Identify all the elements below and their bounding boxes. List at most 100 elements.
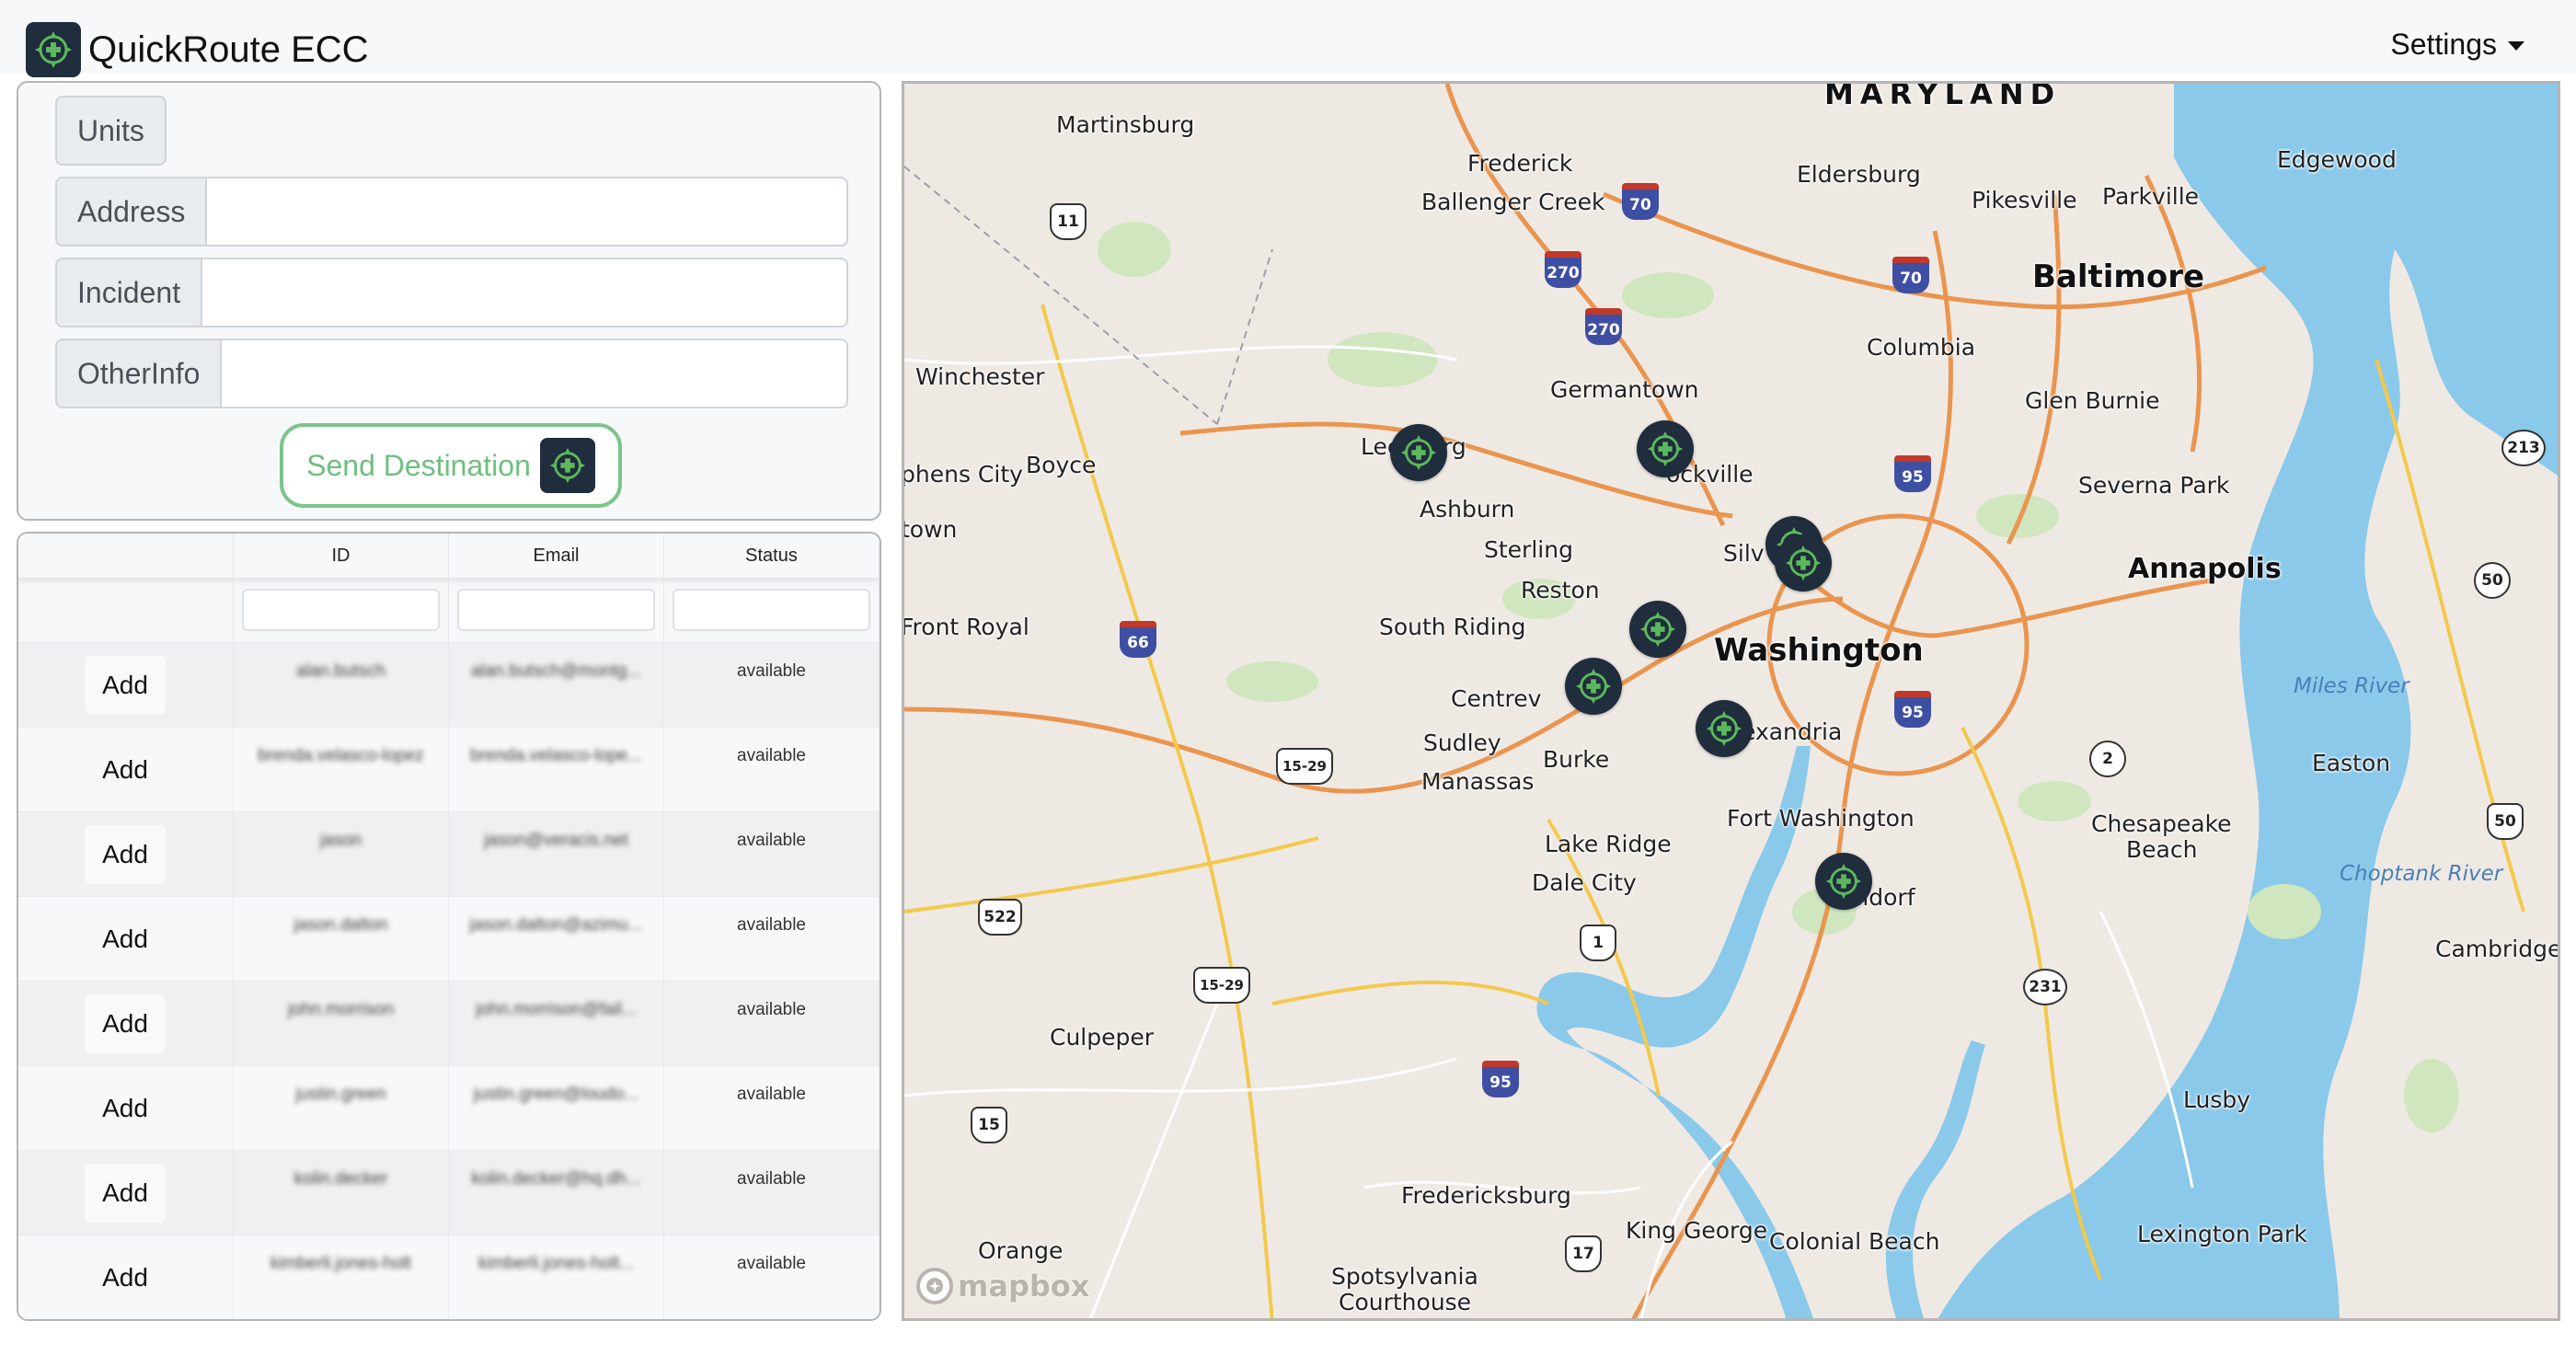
column-header-action bbox=[18, 534, 234, 578]
unit-marker[interactable] bbox=[1775, 534, 1832, 592]
target-cross-icon bbox=[1400, 434, 1437, 471]
label-glen-burnie: Glen Burnie bbox=[2025, 387, 2160, 414]
app-logo[interactable] bbox=[26, 22, 81, 77]
add-unit-button[interactable]: Add bbox=[85, 1079, 166, 1138]
target-cross-icon bbox=[35, 31, 72, 68]
unit-status: available bbox=[737, 915, 806, 935]
email-cell: jason@veracis.net bbox=[449, 812, 664, 896]
incident-input[interactable] bbox=[202, 258, 848, 327]
unit-id: brenda.velasco-lopez bbox=[258, 746, 424, 765]
action-cell: Add bbox=[18, 1066, 234, 1150]
label-ashburn: Ashburn bbox=[1420, 496, 1515, 523]
id-cell: justin.green bbox=[234, 1066, 449, 1150]
email-cell: brenda.velasco-lope... bbox=[449, 728, 664, 811]
add-unit-button[interactable]: Add bbox=[85, 994, 166, 1053]
filter-cell-email bbox=[449, 578, 664, 642]
unit-marker[interactable] bbox=[1815, 853, 1872, 910]
label-baltimore: Baltimore bbox=[2032, 258, 2205, 295]
route-shield-us: 17 bbox=[1565, 1235, 1602, 1272]
label-culpeper: Culpeper bbox=[1050, 1024, 1155, 1051]
label-winchester: Winchester bbox=[915, 363, 1045, 390]
address-input[interactable] bbox=[207, 177, 848, 247]
units-label[interactable]: Units bbox=[55, 96, 167, 166]
unit-marker[interactable] bbox=[1390, 424, 1447, 481]
incident-label: Incident bbox=[55, 258, 203, 327]
settings-label: Settings bbox=[2390, 28, 2497, 61]
add-unit-button[interactable]: Add bbox=[85, 1248, 166, 1307]
settings-dropdown[interactable]: Settings bbox=[2390, 28, 2524, 62]
route-shield-interstate: 270 bbox=[1545, 251, 1581, 288]
label-choptank-river: Choptank River bbox=[2340, 862, 2503, 886]
otherinfo-group: OtherInfo bbox=[55, 339, 848, 408]
status-filter-input[interactable] bbox=[673, 589, 870, 631]
add-unit-button[interactable]: Add bbox=[85, 825, 166, 884]
status-cell: available bbox=[664, 1235, 880, 1319]
add-unit-button[interactable]: Add bbox=[85, 656, 166, 715]
column-header-status[interactable]: Status bbox=[664, 534, 880, 578]
address-label: Address bbox=[55, 177, 208, 247]
label-centreville: Centrev bbox=[1451, 685, 1542, 712]
target-cross-icon bbox=[1825, 863, 1862, 900]
unit-email: justin.green@loudo... bbox=[473, 1085, 639, 1104]
otherinfo-input[interactable] bbox=[222, 339, 848, 408]
label-sterling: Sterling bbox=[1484, 536, 1573, 563]
filter-row bbox=[18, 578, 880, 642]
route-shield-interstate: 95 bbox=[1482, 1061, 1519, 1097]
label-fredericksburg: Fredericksburg bbox=[1401, 1182, 1571, 1209]
unit-email: john.morrison@fail... bbox=[476, 1000, 637, 1019]
label-orange: Orange bbox=[978, 1237, 1064, 1264]
send-destination-button[interactable]: Send Destination bbox=[280, 423, 622, 508]
unit-marker[interactable] bbox=[1637, 420, 1694, 477]
status-cell: available bbox=[664, 812, 880, 896]
column-header-email[interactable]: Email bbox=[449, 534, 664, 578]
email-cell: jason.dalton@azimu... bbox=[449, 897, 664, 981]
caret-down-icon bbox=[2508, 40, 2524, 51]
unit-id: justin.green bbox=[295, 1085, 386, 1104]
label-frederick: Frederick bbox=[1467, 150, 1573, 177]
label-stephens-city: phens City bbox=[902, 461, 1023, 488]
email-cell: kimberli.jones-holt... bbox=[449, 1235, 664, 1319]
status-cell: available bbox=[664, 728, 880, 811]
status-cell: available bbox=[664, 643, 880, 727]
add-unit-button[interactable]: Add bbox=[85, 910, 166, 969]
id-cell: alan.butsch bbox=[234, 643, 449, 727]
label-eldersburg: Eldersburg bbox=[1797, 161, 1921, 188]
email-filter-input[interactable] bbox=[457, 589, 655, 631]
incident-group: Incident bbox=[55, 258, 848, 327]
label-pikesville: Pikesville bbox=[1972, 187, 2077, 213]
table-row: Add justin.green justin.green@loudo... avai… bbox=[18, 1065, 880, 1150]
label-beach: Beach bbox=[2126, 836, 2198, 863]
status-cell: available bbox=[664, 897, 880, 981]
table-row: Add jason.dalton jason.dalton@azimu... avai… bbox=[18, 896, 880, 981]
mapbox-attribution[interactable]: mapbox bbox=[915, 1267, 1089, 1305]
unit-email: jason@veracis.net bbox=[484, 831, 628, 850]
id-cell: jason.dalton bbox=[234, 897, 449, 981]
app-title[interactable]: QuickRoute ECC bbox=[88, 24, 369, 75]
column-header-id[interactable]: ID bbox=[234, 534, 449, 578]
label-manassas: Manassas bbox=[1421, 768, 1535, 795]
target-cross-icon bbox=[1575, 668, 1612, 705]
route-shield-us: 522 bbox=[978, 899, 1022, 936]
unit-id: alan.butsch bbox=[295, 661, 386, 681]
add-unit-button[interactable]: Add bbox=[85, 1164, 166, 1223]
label-cambridge: Cambridge bbox=[2435, 936, 2560, 962]
label-edgewood: Edgewood bbox=[2277, 146, 2397, 173]
unit-marker[interactable] bbox=[1565, 658, 1622, 715]
map-view[interactable]: MARYLAND Baltimore Washington Annapolis … bbox=[902, 81, 2560, 1321]
unit-marker[interactable] bbox=[1696, 700, 1753, 757]
label-easton: Easton bbox=[2312, 750, 2391, 776]
destination-form-panel: Units Address Incident OtherInfo Send De… bbox=[17, 81, 881, 521]
label-front-royal: Front Royal bbox=[902, 614, 1029, 640]
unit-email: brenda.velasco-lope... bbox=[470, 746, 642, 765]
email-cell: alan.butsch@montg... bbox=[449, 643, 664, 727]
navbar: QuickRoute ECC Settings bbox=[0, 0, 2576, 77]
id-filter-input[interactable] bbox=[242, 589, 440, 631]
add-unit-button[interactable]: Add bbox=[85, 741, 166, 799]
route-shield-us: 15-29 bbox=[1276, 748, 1333, 785]
table-row: Add kolin.decker kolin.decker@hq.dh... avai… bbox=[18, 1150, 880, 1235]
mapbox-logo-text: mapbox bbox=[958, 1269, 1090, 1304]
action-cell: Add bbox=[18, 897, 234, 981]
otherinfo-label: OtherInfo bbox=[55, 339, 223, 408]
table-row: Add john.morrison john.morrison@fail... ava… bbox=[18, 981, 880, 1065]
unit-marker[interactable] bbox=[1629, 601, 1686, 658]
